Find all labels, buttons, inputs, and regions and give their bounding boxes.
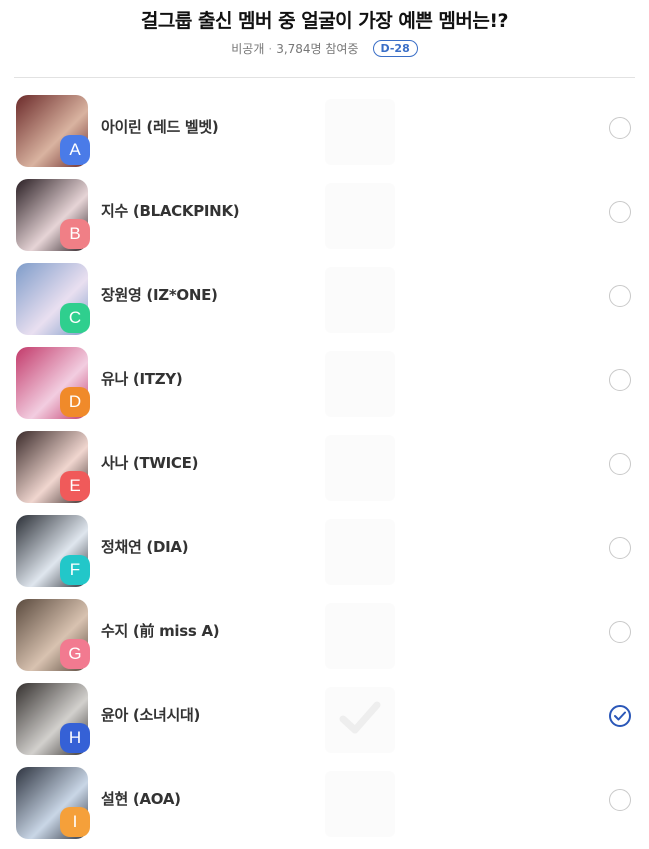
poll-option[interactable]: B 지수 (BLACKPINK) [0,174,649,258]
option-letter-badge: I [60,807,90,837]
option-image-placeholder [325,771,395,837]
option-radio[interactable] [609,705,631,727]
option-name: 설현 (AOA) [101,790,181,808]
option-letter-badge: G [60,639,90,669]
option-name: 유나 (ITZY) [101,370,183,388]
option-radio[interactable] [609,201,631,223]
header-divider [14,77,635,78]
option-image-placeholder [325,603,395,669]
option-letter-badge: A [60,135,90,165]
dday-badge: D-28 [372,40,418,57]
poll-option[interactable]: G 수지 (前 miss A) [0,594,649,678]
poll-option[interactable]: C 장원영 (IZ*ONE) [0,258,649,342]
option-letter-badge: E [60,471,90,501]
option-image-placeholder [325,519,395,585]
option-radio[interactable] [609,285,631,307]
option-name: 수지 (前 miss A) [101,622,220,640]
poll-visibility: 비공개 [231,42,265,56]
poll-option[interactable]: E 사나 (TWICE) [0,426,649,510]
option-image-placeholder [325,687,395,753]
option-image-placeholder [325,351,395,417]
option-image-placeholder [325,183,395,249]
option-name: 정채연 (DIA) [101,538,189,556]
separator-dot: · [268,41,273,56]
option-letter-badge: B [60,219,90,249]
option-image-placeholder [325,435,395,501]
option-radio[interactable] [609,453,631,475]
option-name: 사나 (TWICE) [101,454,199,472]
option-image-placeholder [325,267,395,333]
poll-header: 걸그룹 출신 멤버 중 얼굴이 가장 예쁜 멤버는!? 비공개 · 3,784명… [0,0,649,57]
option-name: 지수 (BLACKPINK) [101,202,240,220]
poll-option[interactable]: H 윤아 (소녀시대) [0,678,649,762]
option-radio[interactable] [609,621,631,643]
poll-option[interactable]: I 설현 (AOA) [0,762,649,846]
poll-option[interactable]: A 아이린 (레드 벨벳) [0,90,649,174]
option-name: 윤아 (소녀시대) [101,706,201,724]
option-letter-badge: F [60,555,90,585]
option-image-placeholder [325,99,395,165]
poll-title: 걸그룹 출신 멤버 중 얼굴이 가장 예쁜 멤버는!? [140,10,509,32]
option-radio[interactable] [609,789,631,811]
option-name: 장원영 (IZ*ONE) [101,286,218,304]
poll-participants: 3,784명 참여중 [276,42,359,56]
option-letter-badge: H [60,723,90,753]
option-name: 아이린 (레드 벨벳) [101,118,219,136]
check-icon [339,701,381,734]
option-list: A 아이린 (레드 벨벳) B 지수 (BLACKPINK) C 장원영 (IZ*ONE)… [0,90,649,846]
option-letter-badge: C [60,303,90,333]
option-radio[interactable] [609,117,631,139]
poll-meta: 비공개 · 3,784명 참여중 D-28 [0,40,649,57]
option-letter-badge: D [60,387,90,417]
poll-option[interactable]: F 정채연 (DIA) [0,510,649,594]
poll-option[interactable]: D 유나 (ITZY) [0,342,649,426]
option-radio[interactable] [609,537,631,559]
check-icon [614,711,626,721]
option-radio[interactable] [609,369,631,391]
